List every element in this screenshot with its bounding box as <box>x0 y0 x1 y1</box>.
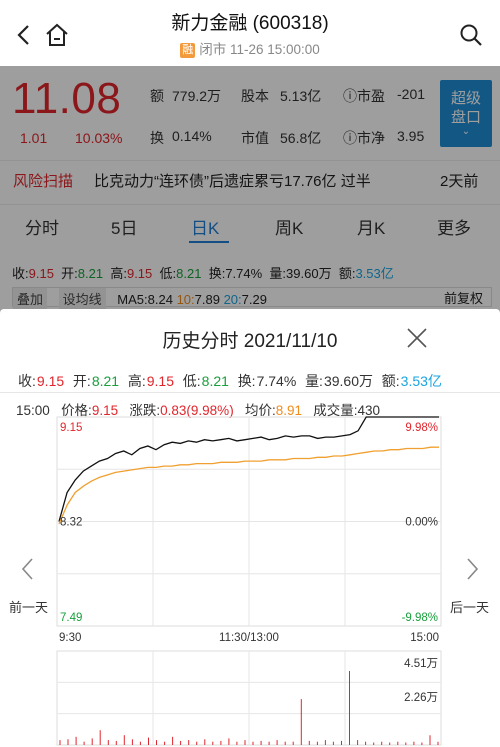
intraday-chart[interactable]: 9.15 8.32 7.49 9.98% 0.00% -9.98% 9:30 11:30/13… <box>0 415 500 747</box>
search-icon[interactable] <box>459 23 483 47</box>
stock-title: 新力金融 (600318) <box>171 13 329 34</box>
y-tick-low: 7.49 <box>60 612 82 624</box>
close-icon[interactable] <box>405 326 429 350</box>
next-day-arrow-icon[interactable] <box>462 556 482 582</box>
top-header: 新力金融 (600318) 融闭市 11-26 15:00:00 <box>0 0 500 66</box>
sheet-stats-row: 收:9.15 开:8.21 高:9.15 低:8.21 换:7.74% 量:39… <box>18 373 442 389</box>
chart-grid <box>56 416 442 746</box>
y-pct-mid: 0.00% <box>405 517 438 529</box>
y-pct-high: 9.98% <box>405 422 438 434</box>
y-pct-low: -9.98% <box>402 612 438 624</box>
divider <box>0 392 500 393</box>
market-status: 融闭市 11-26 15:00:00 <box>0 38 500 58</box>
y-tick-high: 9.15 <box>60 422 82 434</box>
x-tick-open: 9:30 <box>59 632 81 644</box>
market-status-text: 闭市 11-26 15:00:00 <box>199 42 320 57</box>
x-tick-noon: 11:30/13:00 <box>219 632 279 644</box>
y-tick-mid: 8.32 <box>60 517 82 529</box>
volume-tick-max: 4.51万 <box>404 658 438 670</box>
prev-day-button[interactable]: 前一天 <box>9 597 48 616</box>
margin-badge: 融 <box>180 43 196 58</box>
prev-day-arrow-icon[interactable] <box>18 556 38 582</box>
volume-tick-mid: 2.26万 <box>404 692 438 704</box>
next-day-button[interactable]: 后一天 <box>450 597 489 616</box>
x-tick-close: 15:00 <box>410 632 439 644</box>
